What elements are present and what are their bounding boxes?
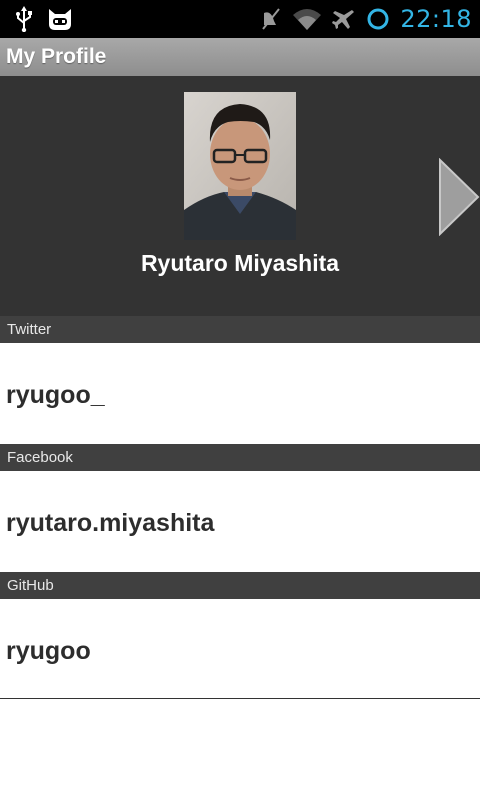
list-divider — [0, 698, 480, 699]
status-bar-left — [14, 5, 74, 33]
section-header-facebook: Facebook — [0, 444, 480, 471]
section-header-twitter: Twitter — [0, 316, 480, 343]
sync-icon — [366, 7, 390, 31]
section-label-twitter: Twitter — [7, 321, 52, 338]
twitter-username: ryugoo_ — [6, 381, 105, 409]
list-item-github[interactable]: ryugoo — [0, 599, 480, 698]
status-bar: 22:18 — [0, 0, 480, 38]
status-bar-right: 22:18 — [260, 0, 472, 38]
section-label-facebook: Facebook — [7, 449, 73, 466]
action-bar: My Profile — [0, 38, 480, 77]
section-header-github: GitHub — [0, 572, 480, 599]
list-item-twitter[interactable]: ryugoo_ — [0, 343, 480, 444]
mute-icon — [260, 7, 282, 31]
status-clock: 22:18 — [400, 5, 472, 33]
usb-icon — [14, 6, 34, 32]
wifi-icon — [292, 7, 322, 31]
facebook-username: ryutaro.miyashita — [6, 509, 215, 537]
cyanogenmod-icon — [46, 6, 74, 32]
section-label-github: GitHub — [7, 577, 54, 594]
list-item-facebook[interactable]: ryutaro.miyashita — [0, 471, 480, 572]
profile-name: Ryutaro Miyashita — [140, 250, 340, 276]
profile-header: Ryutaro Miyashita — [0, 76, 480, 316]
page-title: My Profile — [6, 45, 107, 68]
airplane-icon — [332, 7, 356, 31]
github-username: ryugoo — [6, 637, 91, 665]
next-arrow-icon[interactable] — [438, 157, 480, 240]
avatar — [184, 92, 296, 240]
